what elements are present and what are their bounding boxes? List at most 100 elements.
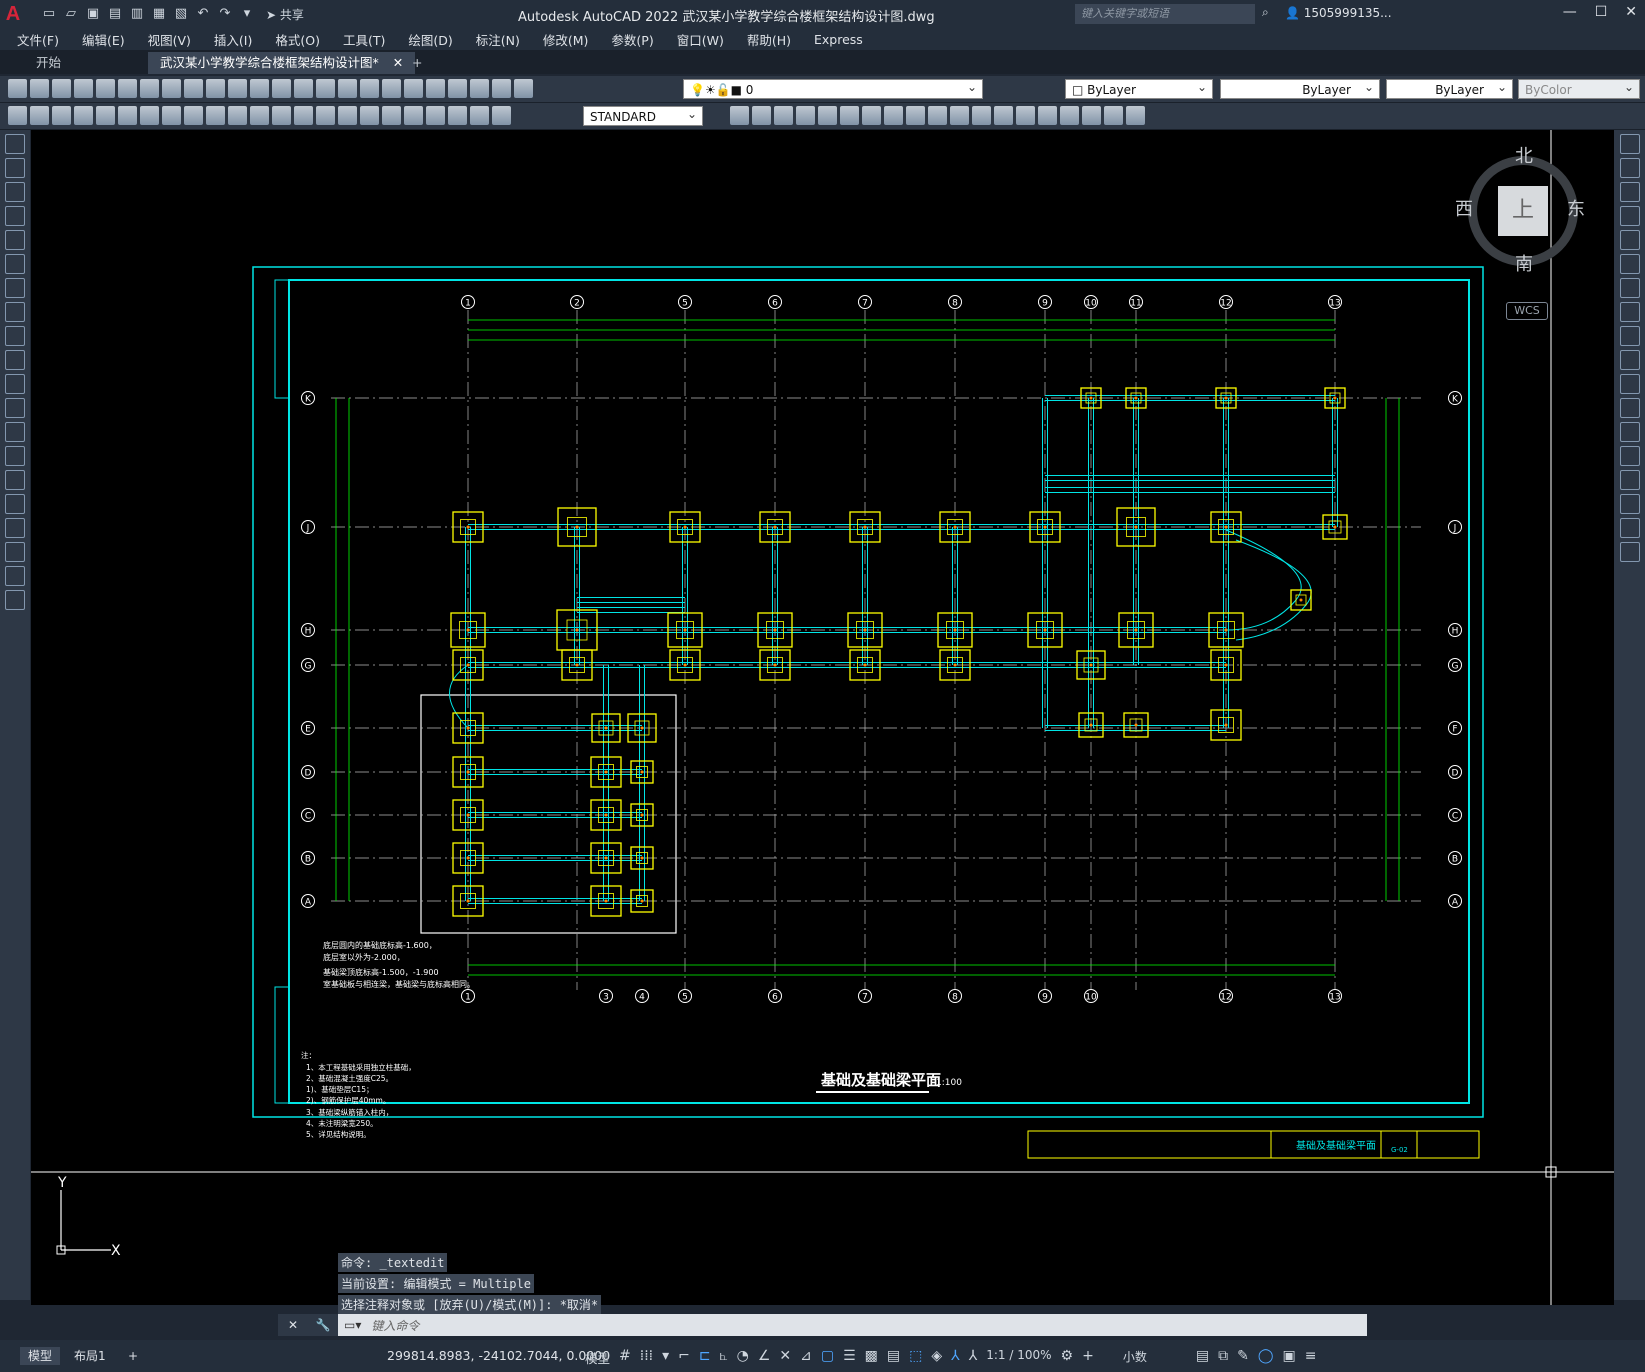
arc-dim-icon[interactable] <box>118 106 137 125</box>
copy-icon[interactable] <box>162 79 181 98</box>
linetype-dropdown[interactable]: ByLayer <box>1220 77 1380 99</box>
rotate-icon[interactable] <box>1619 278 1640 298</box>
ellipse-arc-icon[interactable] <box>5 374 25 394</box>
toolbar-icon[interactable] <box>862 106 881 125</box>
join-icon[interactable] <box>1619 446 1640 466</box>
scale-icon[interactable] <box>1619 302 1640 322</box>
make-block-icon[interactable] <box>5 422 25 442</box>
rectangle-icon[interactable] <box>5 230 25 250</box>
lineweight-dropdown[interactable]: ByLayer <box>1386 77 1513 99</box>
annotation-visibility-icon[interactable]: ⅄ <box>951 1348 960 1367</box>
autocad-logo-icon[interactable]: A <box>0 1 26 27</box>
compass-west[interactable]: 西 <box>1455 195 1473 221</box>
chamfer-icon[interactable] <box>1619 470 1640 490</box>
command-input[interactable]: 键入命令 <box>371 1317 419 1334</box>
quick-properties-icon[interactable]: ▤ <box>1196 1348 1209 1367</box>
circle-icon[interactable] <box>5 278 25 298</box>
sheetset-icon[interactable] <box>426 79 445 98</box>
lock-ui-icon[interactable]: ⧉ <box>1218 1348 1228 1367</box>
xline-icon[interactable] <box>5 158 25 178</box>
undo-icon[interactable] <box>228 79 247 98</box>
region-icon[interactable] <box>5 518 25 538</box>
paste-icon[interactable] <box>184 79 203 98</box>
arc-icon[interactable] <box>5 254 25 274</box>
linear-dim-icon[interactable] <box>74 106 93 125</box>
dimtedit-icon[interactable] <box>470 106 489 125</box>
cut-icon[interactable] <box>140 79 159 98</box>
array-icon[interactable] <box>1619 230 1640 250</box>
polar-icon[interactable]: ⦜ <box>720 1348 728 1367</box>
diameter-dim-icon[interactable] <box>206 106 225 125</box>
3dosnap-icon[interactable]: ⬚ <box>909 1348 922 1367</box>
close-button[interactable]: ✕ <box>1625 4 1637 20</box>
jogged-linear-icon[interactable] <box>426 106 445 125</box>
user-account[interactable]: 👤 1505999135... <box>1285 6 1392 20</box>
menu-modify[interactable]: 修改(M) <box>543 30 589 49</box>
undo-icon[interactable]: ↶ <box>194 6 212 22</box>
toolbar-icon[interactable] <box>52 106 71 125</box>
qnew-icon[interactable] <box>8 79 27 98</box>
explode-icon[interactable] <box>1619 542 1640 562</box>
center-mark-icon[interactable] <box>382 106 401 125</box>
gradient-icon[interactable] <box>5 494 25 514</box>
inspect-icon[interactable] <box>404 106 423 125</box>
search-input[interactable]: 键入关键字或短语 <box>1075 4 1255 24</box>
table-icon[interactable] <box>5 542 25 562</box>
trim-icon[interactable] <box>1619 350 1640 370</box>
toolpalettes-icon[interactable] <box>404 79 423 98</box>
toolbar-icon[interactable] <box>1060 106 1079 125</box>
continue-dim-icon[interactable] <box>294 106 313 125</box>
menu-express[interactable]: Express <box>814 32 863 47</box>
menu-edit[interactable]: 编辑(E) <box>82 30 125 49</box>
minimize-button[interactable]: — <box>1563 4 1577 20</box>
workspace-gear-icon[interactable]: ⚙ <box>1061 1348 1074 1367</box>
command-line[interactable]: ✕ 🔧 ▭▾ 键入命令 <box>278 1314 1367 1336</box>
gizmo-icon[interactable]: ◈ <box>931 1348 942 1367</box>
snap-icon[interactable]: ⁞⁞⁞ <box>640 1348 653 1367</box>
tab-start[interactable]: 开始 <box>24 52 73 74</box>
polyline-icon[interactable] <box>5 182 25 202</box>
copy-object-icon[interactable] <box>1619 158 1640 178</box>
toolbar-icon[interactable] <box>950 106 969 125</box>
toolbar-icon[interactable] <box>972 106 991 125</box>
toolbar-icon[interactable] <box>752 106 771 125</box>
search-icon[interactable]: ⌕ <box>1262 5 1269 20</box>
menu-tools[interactable]: 工具(T) <box>343 30 385 49</box>
save-icon[interactable]: ▣ <box>84 6 102 22</box>
osnap-icon[interactable]: ✕ <box>779 1348 791 1367</box>
coordinate-readout[interactable]: 299814.8983, -24102.7044, 0.0000 <box>387 1348 610 1363</box>
toolbar-icon[interactable] <box>1104 106 1123 125</box>
toolbar-icon[interactable] <box>1016 106 1035 125</box>
preview-icon[interactable] <box>96 79 115 98</box>
units-display[interactable]: 小数 <box>1123 1348 1147 1367</box>
toolbar-icon[interactable] <box>1038 106 1057 125</box>
share-button[interactable]: ➤ 共享 <box>266 6 304 23</box>
drawing-canvas[interactable]: 1 2 5 6 7 8 9 10 11 12 13 1 3 4 5 6 7 8 9 10 12 13 K J H G E D C B A K J… <box>31 130 1614 1305</box>
isodraft-icon[interactable]: ◔ <box>737 1348 749 1367</box>
redo-icon[interactable]: ↷ <box>216 6 234 22</box>
selection-cycling-icon[interactable]: ▢ <box>821 1348 834 1367</box>
compass-south[interactable]: 南 <box>1515 250 1533 276</box>
matchprop-icon[interactable] <box>206 79 225 98</box>
grid-icon[interactable]: # <box>619 1348 631 1367</box>
markup-icon[interactable] <box>448 79 467 98</box>
extend-icon[interactable] <box>1619 374 1640 394</box>
hatch-icon[interactable] <box>5 470 25 490</box>
calculator-icon[interactable] <box>470 79 489 98</box>
plotstyle-dropdown[interactable]: ByColor <box>1518 77 1640 99</box>
color-dropdown[interactable]: □ ByLayer <box>1065 77 1213 99</box>
close-command-icon[interactable]: ✕ <box>278 1314 308 1336</box>
publish-icon[interactable] <box>118 79 137 98</box>
toolbar-icon[interactable] <box>1126 106 1145 125</box>
point-icon[interactable] <box>5 446 25 466</box>
toolbar-icon[interactable] <box>1082 106 1101 125</box>
layer-dropdown[interactable]: 💡☀🔓■ 0 <box>683 77 983 99</box>
new-icon[interactable]: ▭ <box>40 6 58 22</box>
plot-icon[interactable] <box>74 79 93 98</box>
transparency-icon[interactable]: ▩ <box>865 1348 878 1367</box>
lineweight-icon[interactable]: ☰ <box>843 1348 856 1367</box>
maximize-button[interactable]: ☐ <box>1595 4 1608 20</box>
menu-parametric[interactable]: 参数(P) <box>611 30 653 49</box>
cad-drawing[interactable]: 1 2 5 6 7 8 9 10 11 12 131 3 4 5 6 7 8 9 10 12 13KJHGEDCBAKJ… <box>31 130 1614 1305</box>
blend-icon[interactable] <box>1619 518 1640 538</box>
